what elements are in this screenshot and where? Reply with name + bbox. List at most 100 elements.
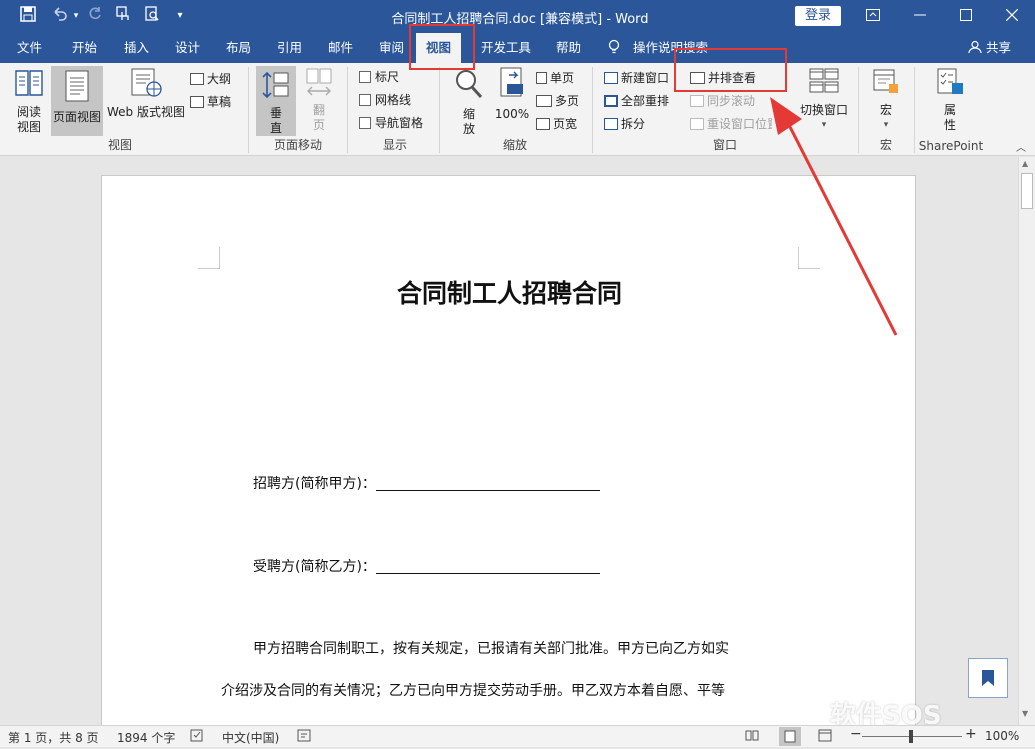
tab-file[interactable]: 文件: [17, 33, 42, 63]
print-layout-button[interactable]: 页面视图: [51, 66, 103, 136]
gridlines-check-box[interactable]: [359, 94, 371, 106]
zoom-slider-thumb[interactable]: [909, 730, 913, 743]
print-preview-icon[interactable]: [142, 6, 162, 26]
vertical-scrollbar[interactable]: ▲ ▼: [1018, 157, 1035, 725]
one-page-button[interactable]: 单页: [536, 70, 574, 86]
outline-icon: [190, 73, 204, 85]
vertical-scroll-icon: [262, 71, 289, 99]
vertical-page-move-button[interactable]: 垂 直: [256, 66, 296, 136]
scroll-down-icon[interactable]: ▼: [1022, 709, 1028, 718]
minimize-icon[interactable]: [905, 4, 935, 28]
read-mode-label-1: 阅读: [16, 105, 41, 119]
zoom-100-button[interactable]: 100%: [493, 67, 531, 122]
zoom-label-2: 放: [462, 122, 475, 136]
employer-field: 招聘方(简称甲方)：: [253, 473, 600, 493]
zoom-in-icon[interactable]: +: [965, 726, 977, 742]
zoom-out-icon[interactable]: −: [850, 726, 862, 742]
tab-insert[interactable]: 插入: [124, 33, 149, 63]
ribbon-display-options-icon[interactable]: [858, 4, 888, 28]
tab-home[interactable]: 开始: [72, 33, 97, 63]
nav-pane-check-box[interactable]: [359, 117, 371, 129]
tab-developer[interactable]: 开发工具: [481, 33, 531, 63]
word-count[interactable]: 1894 个字: [117, 729, 175, 746]
undo-dropdown-icon[interactable]: ▾: [66, 6, 86, 26]
web-layout-button[interactable]: Web 版式视图: [105, 67, 187, 120]
gridlines-checkbox[interactable]: 网格线: [359, 92, 411, 108]
show-group-label: 显示: [382, 138, 407, 152]
print-layout-status-icon[interactable]: [779, 727, 801, 746]
bookmark-button[interactable]: [968, 658, 1008, 698]
sync-scroll-button[interactable]: 同步滚动: [690, 93, 755, 109]
draft-button[interactable]: 草稿: [190, 94, 231, 110]
one-page-icon: [536, 72, 547, 84]
print-layout-icon: [65, 70, 89, 102]
draft-icon: [190, 96, 204, 108]
redo-icon[interactable]: [84, 6, 104, 26]
customize-qat-icon[interactable]: ▾: [170, 6, 190, 26]
outline-button[interactable]: 大纲: [190, 71, 231, 87]
tab-mailings[interactable]: 邮件: [328, 33, 353, 63]
lightbulb-icon: [608, 39, 620, 54]
page-width-button[interactable]: 页宽: [536, 116, 577, 132]
one-page-label: 单页: [550, 71, 575, 85]
tab-help[interactable]: 帮助: [556, 33, 581, 63]
group-separator: [914, 67, 915, 153]
flip-label-1: 翻: [312, 103, 325, 117]
scroll-up-icon[interactable]: ▲: [1022, 159, 1028, 168]
sync-scroll-label: 同步滚动: [707, 94, 756, 108]
sync-scroll-icon: [690, 95, 704, 107]
tab-layout[interactable]: 布局: [226, 33, 251, 63]
collapse-ribbon-icon[interactable]: ︿: [1016, 141, 1026, 157]
page-count[interactable]: 第 1 页，共 8 页: [8, 729, 99, 746]
read-mode-button[interactable]: 阅读 视图: [8, 67, 50, 135]
zoom-level[interactable]: 100%: [985, 729, 1019, 743]
properties-button[interactable]: 属 性: [928, 67, 972, 133]
share-button[interactable]: 共享: [968, 33, 1011, 63]
web-layout-status-icon[interactable]: [818, 729, 832, 745]
read-mode-status-icon[interactable]: [745, 729, 759, 745]
accessibility-icon[interactable]: [297, 729, 311, 745]
magnifier-icon: [456, 70, 483, 99]
arrange-all-icon: [604, 95, 618, 107]
highlight-view-tab: [409, 24, 475, 70]
zoom-button[interactable]: 缩 放: [452, 67, 486, 137]
touch-mode-icon[interactable]: [113, 6, 133, 26]
multi-page-icon: [536, 95, 552, 107]
ruler-checkbox[interactable]: 标尺: [359, 69, 399, 85]
employee-label: 受聘方(简称乙方)：: [253, 559, 376, 575]
zoom-100-label: 100%: [494, 107, 530, 121]
gridlines-label: 网格线: [375, 93, 412, 107]
zoom-label-1: 缩: [462, 107, 475, 121]
save-icon[interactable]: [18, 6, 38, 26]
language-indicator[interactable]: 中文(中国): [222, 729, 279, 746]
employer-label: 招聘方(简称甲方)：: [253, 476, 376, 492]
macro-icon: [873, 69, 898, 93]
page-width-icon: [536, 118, 550, 130]
maximize-icon[interactable]: [951, 4, 981, 28]
ruler-label: 标尺: [375, 70, 400, 84]
employee-field: 受聘方(简称乙方)：: [253, 556, 600, 576]
multi-page-button[interactable]: 多页: [536, 93, 579, 109]
new-window-button[interactable]: 新建窗口: [604, 70, 669, 86]
reset-position-icon: [690, 118, 704, 130]
split-button[interactable]: 拆分: [604, 116, 645, 132]
bookmark-icon: [982, 670, 994, 686]
split-label: 拆分: [621, 117, 646, 131]
arrange-all-button[interactable]: 全部重排: [604, 93, 669, 109]
web-layout-label: Web 版式视图: [107, 105, 185, 119]
watermark: 软件SOS: [830, 701, 942, 725]
login-button[interactable]: 登录: [795, 6, 841, 26]
proofing-icon[interactable]: [190, 729, 204, 745]
person-icon: [968, 40, 982, 54]
vertical-label-1: 垂: [269, 106, 282, 120]
web-layout-icon: [131, 68, 162, 97]
tab-references[interactable]: 引用: [277, 33, 302, 63]
tab-design[interactable]: 设计: [175, 33, 200, 63]
nav-pane-checkbox[interactable]: 导航窗格: [359, 115, 423, 131]
ruler-check-box[interactable]: [359, 71, 371, 83]
side-to-side-button[interactable]: 翻 页: [300, 67, 338, 133]
close-icon[interactable]: [997, 4, 1027, 28]
tab-review[interactable]: 审阅: [379, 33, 404, 63]
scrollbar-thumb[interactable]: [1021, 173, 1033, 209]
print-layout-label: 页面视图: [52, 110, 101, 124]
